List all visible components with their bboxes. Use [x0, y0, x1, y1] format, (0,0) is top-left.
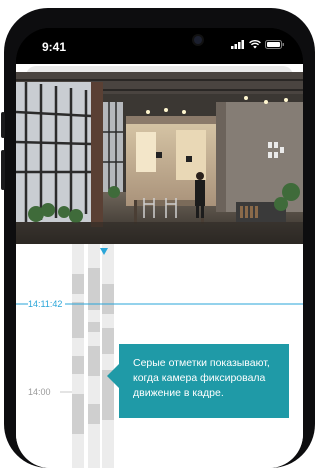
signal-icon	[231, 40, 244, 49]
status-icons	[231, 40, 285, 49]
hint-tooltip: Серые отметки показывают, когда камера ф…	[119, 344, 289, 418]
front-camera-icon	[194, 36, 202, 44]
phone-screen: 9:41 14:11:42 14:00 Серые отметки показы…	[16, 28, 303, 468]
timeline-panel[interactable]: 14:11:42 14:00 Серые отметки показывают,…	[16, 244, 303, 468]
wifi-icon	[249, 40, 261, 49]
tooltip-arrow	[107, 364, 119, 388]
side-button	[1, 112, 5, 138]
camera-video-feed[interactable]	[16, 72, 303, 244]
phone-frame: 9:41 14:11:42 14:00 Серые отметки показы…	[1, 8, 315, 468]
current-time-label: 14:11:42	[28, 299, 66, 309]
status-time: 9:41	[42, 40, 67, 54]
tooltip-text: Серые отметки показывают, когда камера ф…	[133, 357, 270, 399]
battery-icon	[265, 40, 284, 49]
camera-notch	[102, 28, 220, 54]
status-bar: 9:41	[16, 28, 303, 64]
side-button	[1, 150, 5, 190]
hour-label: 14:00	[28, 387, 51, 397]
camera-video-image	[16, 72, 303, 244]
